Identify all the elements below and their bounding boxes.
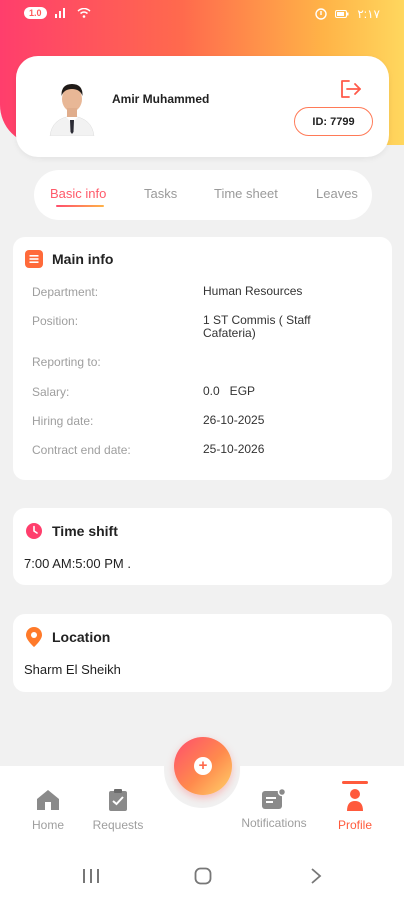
signal-icon — [54, 8, 65, 18]
contract-end-date-value: 25-10-2026 — [203, 442, 265, 456]
person-icon — [347, 789, 363, 811]
position-label: Position: — [32, 314, 79, 328]
reporting-to-label: Reporting to: — [32, 355, 101, 369]
status-bar: 1.0 ٢:١٧ — [0, 0, 404, 30]
home-button-icon[interactable] — [194, 867, 212, 885]
clock-icon — [26, 523, 42, 539]
tab-time-sheet[interactable]: Time sheet — [214, 186, 278, 201]
time-shift-value: 7:00 AM:5:00 PM . — [24, 556, 131, 571]
notifications-icon — [262, 788, 286, 809]
contract-end-date-label: Contract end date: — [32, 443, 131, 457]
nav-requests[interactable]: Requests — [88, 788, 148, 832]
recent-apps-icon[interactable] — [82, 868, 100, 884]
battery-icon — [335, 10, 349, 18]
tab-basic-info[interactable]: Basic info — [50, 186, 106, 201]
add-request-button[interactable]: + — [174, 737, 232, 795]
home-icon — [37, 790, 59, 810]
active-tab-indicator — [56, 205, 104, 207]
logout-icon[interactable] — [340, 79, 362, 99]
list-icon — [25, 250, 43, 268]
profile-tabs: Basic info Tasks Time sheet Leaves — [34, 170, 372, 220]
department-value: Human Resources — [203, 284, 303, 298]
main-info-title: Main info — [52, 251, 114, 267]
profile-card: Amir Muhammed ID: 7799 — [16, 56, 389, 157]
alarm-icon — [315, 8, 328, 20]
clipboard-icon — [109, 789, 127, 811]
tab-tasks[interactable]: Tasks — [144, 186, 177, 201]
nav-home[interactable]: Home — [27, 788, 69, 832]
nav-profile[interactable]: Profile — [334, 788, 376, 832]
position-value: 1 ST Commis ( Staff Cafateria) — [203, 313, 311, 340]
back-icon[interactable] — [310, 867, 322, 885]
nav-profile-label: Profile — [337, 818, 372, 832]
plus-icon: + — [194, 757, 212, 775]
avatar — [49, 84, 95, 136]
wifi-icon — [77, 8, 90, 18]
system-navigation-bar — [0, 850, 404, 900]
salary-label: Salary: — [32, 385, 70, 399]
location-card: Location Sharm El Sheikh — [13, 614, 392, 692]
hiring-date-label: Hiring date: — [32, 414, 94, 428]
status-pill: 1.0 — [24, 7, 47, 19]
nav-requests-label: Requests — [92, 818, 144, 832]
nav-notifications-label: Notifications — [241, 816, 307, 830]
location-pin-icon — [26, 627, 42, 647]
main-info-card: Main info Department: Human Resources Po… — [13, 237, 392, 480]
status-time: ٢:١٧ — [357, 7, 380, 21]
tab-leaves[interactable]: Leaves — [316, 186, 358, 201]
salary-value: 0.0 EGP — [203, 384, 256, 398]
location-title: Location — [52, 629, 111, 645]
nav-notifications[interactable]: Notifications — [237, 788, 311, 830]
employee-id-badge: ID: 7799 — [294, 107, 373, 136]
nav-home-label: Home — [31, 818, 64, 832]
time-shift-title: Time shift — [52, 523, 118, 539]
profile-name: Amir Muhammed — [112, 92, 210, 106]
hiring-date-value: 26-10-2025 — [203, 413, 265, 427]
active-nav-indicator — [342, 781, 368, 784]
time-shift-card: Time shift 7:00 AM:5:00 PM . — [13, 508, 392, 585]
location-value: Sharm El Sheikh — [24, 662, 121, 677]
department-label: Department: — [32, 285, 99, 299]
